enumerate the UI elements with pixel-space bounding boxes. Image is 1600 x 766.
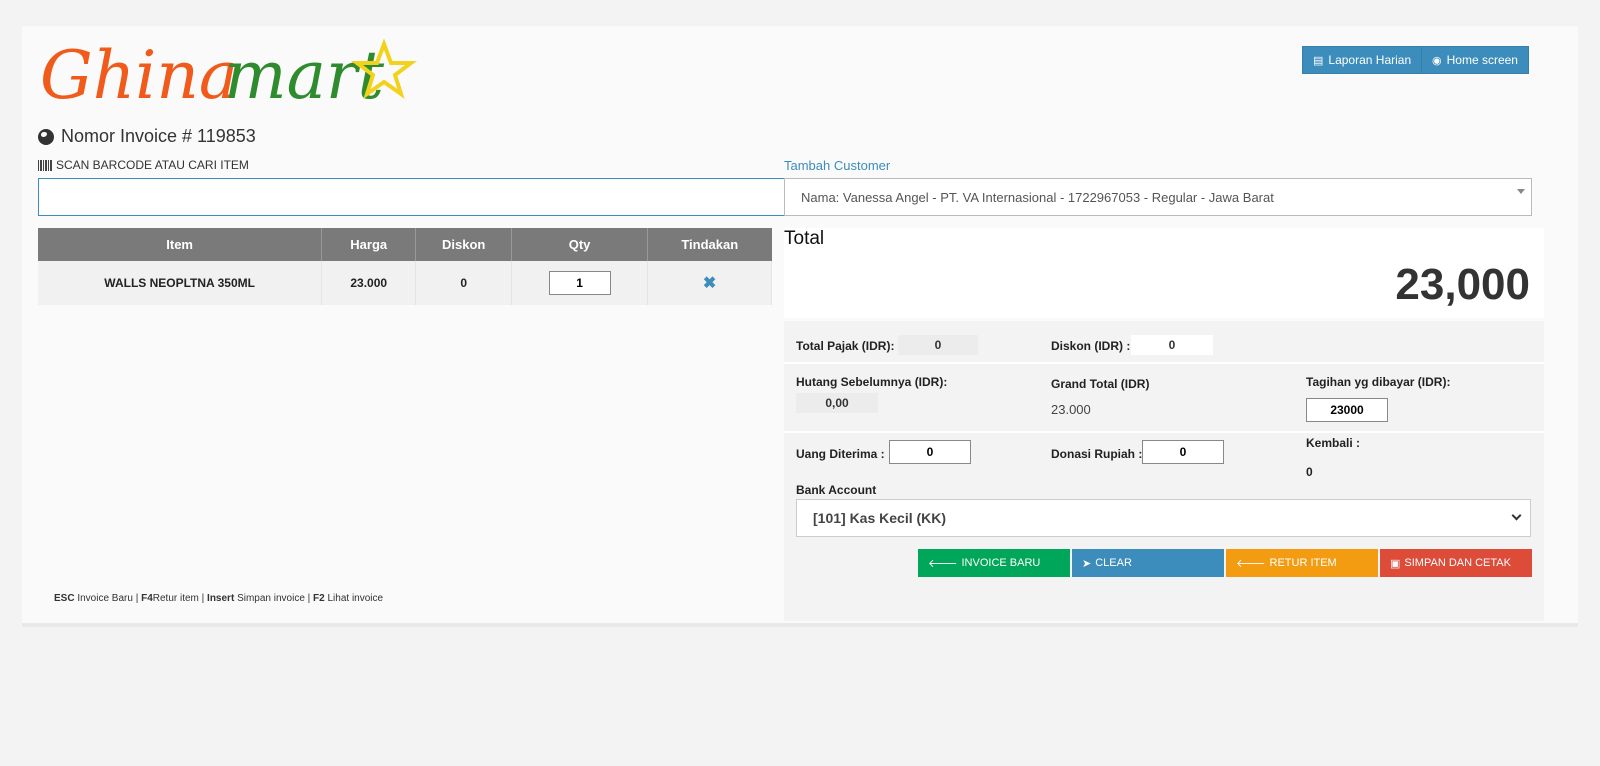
caret-down-icon: [1517, 189, 1525, 194]
arrow-left-icon: 🡐: [928, 558, 958, 570]
laporan-harian-button[interactable]: ▤ Laporan Harian: [1302, 46, 1423, 74]
svg-text:Ghina: Ghina: [40, 37, 238, 114]
item-diskon: 0: [415, 261, 513, 305]
chevron-down-icon: [1511, 510, 1522, 521]
ghinamart-logo: Ghina mart: [38, 28, 418, 114]
table-row: WALLS NEOPLTNA 350ML 23.000 0 ✖: [38, 261, 772, 305]
payment-controls: [101] Kas Kecil (KK) 🡐 INVOICE BARU ➤ CL…: [784, 321, 1544, 621]
barcode-icon: [38, 159, 52, 171]
header-diskon: Diskon: [415, 228, 513, 261]
items-table: Item Harga Diskon Qty Tindakan WALLS NEO…: [38, 228, 772, 305]
scan-label: SCAN BARCODE ATAU CARI ITEM: [38, 158, 249, 172]
globe-icon: [38, 128, 54, 145]
header-harga: Harga: [321, 228, 417, 261]
item-qty-cell: [511, 261, 649, 305]
total-box: Total 23,000: [784, 228, 1544, 318]
header-tindakan: Tindakan: [647, 228, 772, 261]
barcode-search-input[interactable]: [38, 178, 785, 216]
remove-item-icon[interactable]: ✖: [703, 275, 716, 292]
paper-plane-icon: ➤: [1082, 557, 1092, 570]
header-item: Item: [38, 228, 323, 261]
header-qty: Qty: [511, 228, 649, 261]
bank-account-select[interactable]: [101] Kas Kecil (KK): [796, 499, 1531, 537]
file-icon: ▤: [1313, 54, 1324, 67]
retur-item-button[interactable]: 🡐 RETUR ITEM: [1226, 549, 1378, 577]
table-header-row: Item Harga Diskon Qty Tindakan: [38, 228, 772, 261]
total-value: 23,000: [1395, 260, 1530, 309]
item-action-cell: ✖: [647, 261, 772, 305]
invoice-title: Nomor Invoice # 119853: [38, 126, 256, 147]
tambah-customer-link[interactable]: Tambah Customer: [784, 158, 890, 173]
pos-panel: Ghina mart ▤ Laporan Harian ◉ Home scree…: [22, 26, 1578, 627]
svg-text:mart: mart: [224, 37, 384, 114]
total-label: Total: [784, 228, 825, 249]
item-name: WALLS NEOPLTNA 350ML: [38, 261, 323, 305]
qty-input[interactable]: [548, 271, 611, 295]
home-screen-button[interactable]: ◉ Home screen: [1421, 46, 1529, 74]
dashboard-icon: ◉: [1432, 54, 1442, 67]
invoice-baru-button[interactable]: 🡐 INVOICE BARU: [918, 549, 1070, 577]
item-harga: 23.000: [321, 261, 417, 305]
arrow-left-icon: 🡐: [1236, 558, 1266, 570]
save-icon: ▣: [1390, 557, 1401, 570]
keyboard-shortcuts: ESC Invoice Baru | F4Retur item | Insert…: [54, 593, 384, 604]
simpan-cetak-button[interactable]: ▣ SIMPAN DAN CETAK: [1380, 549, 1532, 577]
customer-select[interactable]: Nama: Vanessa Angel - PT. VA Internasion…: [784, 178, 1532, 216]
clear-button[interactable]: ➤ CLEAR: [1072, 549, 1224, 577]
